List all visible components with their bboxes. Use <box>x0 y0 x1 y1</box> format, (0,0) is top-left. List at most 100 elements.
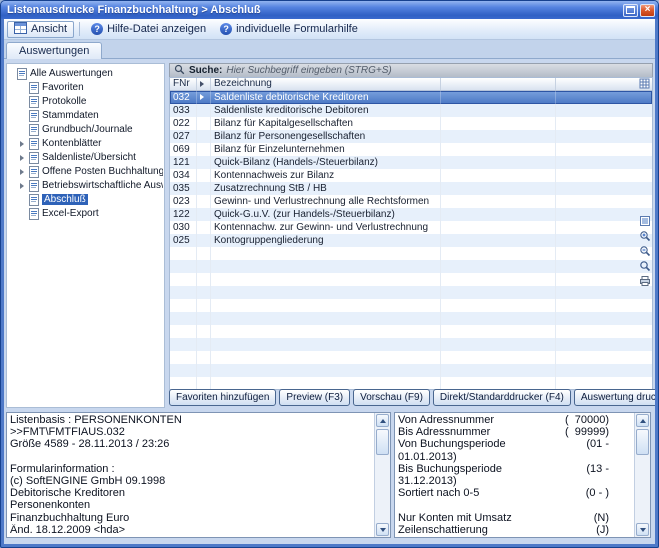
sort-marker-icon <box>200 81 204 87</box>
ansicht-button[interactable]: Ansicht <box>7 21 74 38</box>
list-icon[interactable] <box>639 215 651 227</box>
cell-fnr: 027 <box>170 130 197 143</box>
table-row[interactable]: 035Zusatzrechnung StB / HB <box>170 182 652 195</box>
scroll-track[interactable] <box>376 428 389 522</box>
auswertung-drucken-button[interactable]: Auswertung drucken <box>574 389 655 406</box>
scroll-thumb[interactable] <box>636 429 649 455</box>
report-icon <box>29 124 39 136</box>
cell-fnr <box>170 312 197 325</box>
cell-marker <box>197 195 211 208</box>
table-row[interactable]: 030Kontennachw. zur Gewinn- und Verlustr… <box>170 221 652 234</box>
scroll-down-button[interactable] <box>636 523 649 536</box>
preview-button[interactable]: Preview (F3) <box>279 389 350 406</box>
column-header-marker[interactable] <box>197 78 211 90</box>
tab-auswertungen[interactable]: Auswertungen <box>6 42 102 59</box>
hilfe-datei-button[interactable]: ? Hilfe-Datei anzeigen <box>85 21 212 38</box>
tree-item-label: Protokolle <box>42 96 86 107</box>
tree-item-kontenbl-tter[interactable]: Kontenblätter <box>20 137 163 150</box>
params-panel: Von Adressnummer( 70000)Bis Adressnummer… <box>394 412 651 538</box>
cell-empty <box>556 351 652 364</box>
params-panel-scrollbar[interactable] <box>634 413 650 537</box>
tree-item-label: Kontenblätter <box>42 138 102 149</box>
tree-item-abschlu[interactable]: Abschluß <box>20 193 163 206</box>
cell-bezeichnung <box>211 377 441 389</box>
table-row[interactable]: 121Quick-Bilanz (Handels-/Steuerbilanz) <box>170 156 652 169</box>
table-row[interactable]: 032Saldenliste debitorische Kreditoren <box>170 91 652 104</box>
param-line: Sortiert nach 0-5(0 - ) <box>398 487 631 499</box>
tree-item-excel-export[interactable]: Excel-Export <box>20 207 163 220</box>
table-row[interactable]: 069Bilanz für Einzelunternehmen <box>170 143 652 156</box>
close-button[interactable]: × <box>640 4 655 17</box>
cell-bezeichnung: Saldenliste kreditorische Debitoren <box>211 104 441 117</box>
table-row[interactable]: 023Gewinn- und Verlustrechnung alle Rech… <box>170 195 652 208</box>
cell-marker <box>197 143 211 156</box>
formularhilfe-button[interactable]: ? individuelle Formularhilfe <box>214 21 364 38</box>
cell-empty <box>556 169 652 182</box>
cell-empty <box>441 156 556 169</box>
cell-empty <box>441 195 556 208</box>
table-row-empty <box>170 377 652 389</box>
table-row[interactable]: 034Kontennachweis zur Bilanz <box>170 169 652 182</box>
table-row-empty <box>170 351 652 364</box>
maximize-button[interactable] <box>623 4 638 17</box>
column-options-icon[interactable] <box>639 78 650 92</box>
table-row[interactable]: 033Saldenliste kreditorische Debitoren <box>170 104 652 117</box>
tree-item-grundbuch-journale[interactable]: Grundbuch/Journale <box>20 123 163 136</box>
params-panel-text: Von Adressnummer( 70000)Bis Adressnummer… <box>395 413 634 537</box>
param-label <box>398 499 401 511</box>
column-header-bezeichnung[interactable]: Bezeichnung <box>211 78 441 90</box>
report-icon <box>29 82 39 94</box>
column-header-empty[interactable] <box>556 78 652 90</box>
column-header-fnr[interactable]: FNr <box>170 78 197 90</box>
cell-empty <box>556 91 652 104</box>
cell-bezeichnung <box>211 338 441 351</box>
table-row[interactable]: 027Bilanz für Personengesellschaften <box>170 130 652 143</box>
info-panel-scrollbar[interactable] <box>374 413 390 537</box>
cell-empty <box>441 299 556 312</box>
cell-marker <box>197 247 211 260</box>
cell-empty <box>556 247 652 260</box>
search-icon[interactable] <box>639 260 651 272</box>
cell-bezeichnung: Gewinn- und Verlustrechnung alle Rechtsf… <box>211 195 441 208</box>
scroll-track[interactable] <box>636 428 649 522</box>
arrow-down-icon <box>380 528 386 532</box>
table-row[interactable]: 025Kontogruppengliederung <box>170 234 652 247</box>
cell-marker <box>197 130 211 143</box>
cell-fnr <box>170 325 197 338</box>
direkt-standarddrucker-button[interactable]: Direkt/Standarddrucker (F4) <box>433 389 571 406</box>
print-icon[interactable] <box>639 275 651 287</box>
vorschau-button[interactable]: Vorschau (F9) <box>353 389 430 406</box>
tree-item-favoriten[interactable]: Favoriten <box>20 81 163 94</box>
favoriten-hinzufuegen-button[interactable]: Favoriten hinzufügen <box>169 389 276 406</box>
expand-icon[interactable] <box>20 141 29 147</box>
cell-bezeichnung <box>211 247 441 260</box>
tree-item-alle-auswertungen[interactable]: Alle Auswertungen <box>8 67 163 80</box>
expand-icon[interactable] <box>20 183 29 189</box>
info-panel-text: Listenbasis : PERSONENKONTEN>>FMT\FMTFIA… <box>7 413 374 537</box>
workspace: Alle AuswertungenFavoriten Protokolle Stam… <box>4 59 655 544</box>
cell-marker <box>197 364 211 377</box>
scroll-up-button[interactable] <box>636 414 649 427</box>
column-header-empty[interactable] <box>441 78 556 90</box>
zoom-in-icon[interactable] <box>639 230 651 242</box>
search-input[interactable] <box>226 65 648 76</box>
tree-item-betriebswirtschaftliche-auswertungen[interactable]: Betriebswirtschaftliche Auswertungen <box>20 179 163 192</box>
tree-item-saldenliste-bersicht[interactable]: Saldenliste/Übersicht <box>20 151 163 164</box>
formularhilfe-button-label: individuelle Formularhilfe <box>236 23 358 35</box>
tree-item-stammdaten[interactable]: Stammdaten <box>20 109 163 122</box>
scroll-down-button[interactable] <box>376 523 389 536</box>
param-line: Nur Konten mit Umsatz(N) <box>398 512 631 524</box>
side-toolbar <box>639 215 651 287</box>
expand-icon[interactable] <box>20 169 29 175</box>
scroll-up-button[interactable] <box>376 414 389 427</box>
table-row-empty <box>170 260 652 273</box>
tree-item-offene-posten-buchhaltung[interactable]: Offene Posten Buchhaltung <box>20 165 163 178</box>
zoom-out-icon[interactable] <box>639 245 651 257</box>
table-row[interactable]: 022Bilanz für Kapitalgesellschaften <box>170 117 652 130</box>
tree-item-protokolle[interactable]: Protokolle <box>20 95 163 108</box>
expand-icon[interactable] <box>20 155 29 161</box>
table-row[interactable]: 122Quick-G.u.V. (zur Handels-/Steuerbila… <box>170 208 652 221</box>
info-line: Formularinformation : <box>10 463 371 475</box>
param-line: Von Buchungsperiode(01 - <box>398 438 631 450</box>
scroll-thumb[interactable] <box>376 429 389 455</box>
